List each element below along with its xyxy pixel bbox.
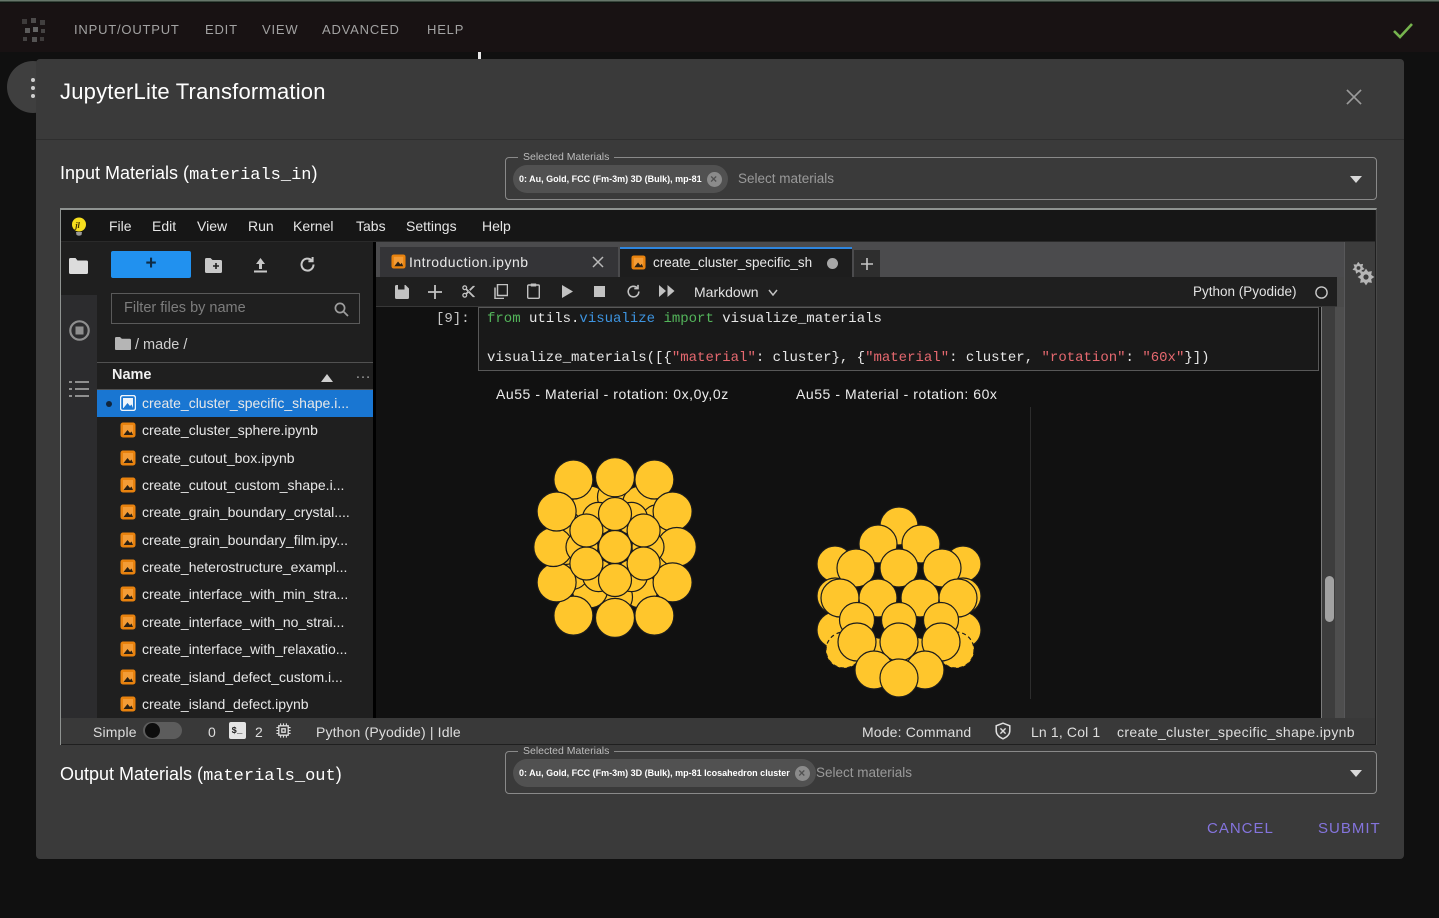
svg-text:jl: jl	[73, 220, 80, 230]
svg-text:$_: $_	[232, 726, 244, 736]
